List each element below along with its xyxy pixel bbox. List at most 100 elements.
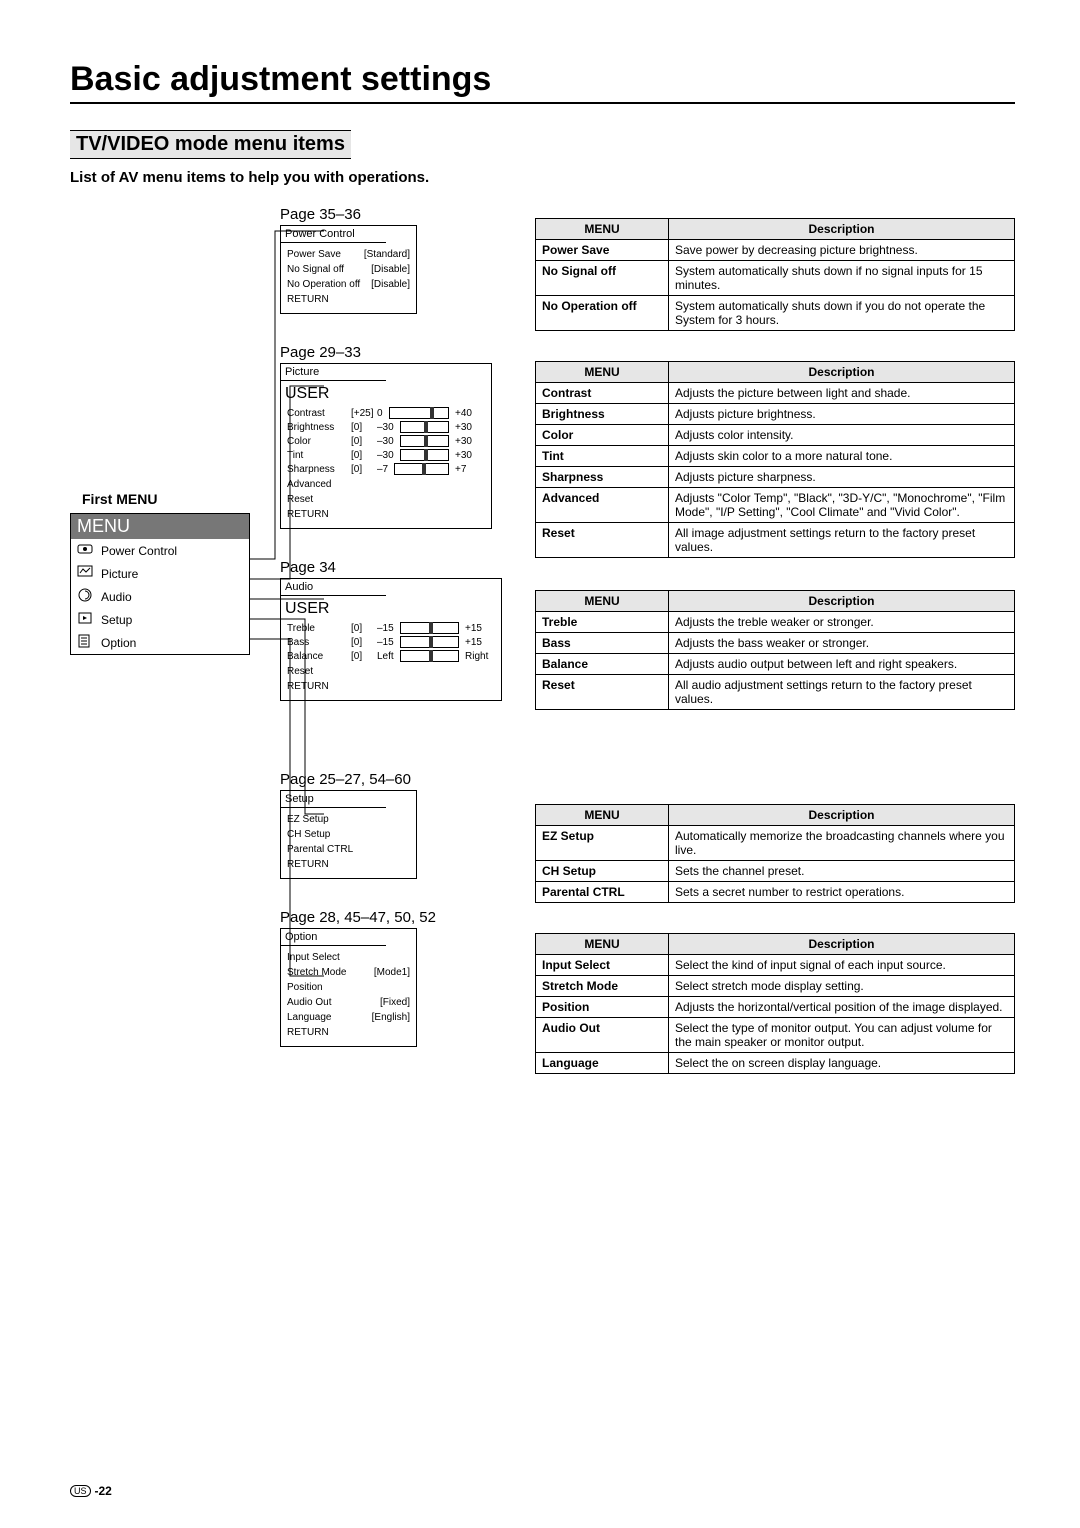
slider-high: +15 (465, 623, 495, 634)
slider-track (400, 421, 449, 433)
page-ref-power: Page 35–36 (280, 206, 505, 223)
menu-item-label: Setup (101, 613, 132, 627)
osd-setup: Setup EZ SetupCH SetupParental CTRLRETUR… (280, 790, 417, 879)
table-option: MENUDescription Input SelectSelect the k… (535, 933, 1015, 1074)
slider-bracket: [0] (351, 436, 373, 447)
menu-item-label: Power Control (101, 544, 177, 558)
slider-bracket: [0] (351, 464, 373, 475)
cell-desc: Adjusts the horizontal/vertical position… (669, 997, 1015, 1018)
osd-picture-user: USER (285, 385, 485, 403)
table-row: No Operation offSystem automatically shu… (536, 296, 1015, 331)
cell-menu: Color (536, 425, 669, 446)
cell-menu: EZ Setup (536, 826, 669, 861)
osd-row-value: [Mode1] (374, 967, 410, 978)
table-row: Audio OutSelect the type of monitor outp… (536, 1018, 1015, 1053)
page-title: Basic adjustment settings (70, 60, 1015, 104)
menu-item-power-control: Power Control (71, 539, 249, 562)
osd-power-title: Power Control (281, 226, 386, 243)
cell-desc: Adjusts skin color to a more natural ton… (669, 446, 1015, 467)
table-row: SharpnessAdjusts picture sharpness. (536, 467, 1015, 488)
slider-low: –15 (377, 623, 394, 634)
cell-menu: Audio Out (536, 1018, 669, 1053)
table-row: EZ SetupAutomatically memorize the broad… (536, 826, 1015, 861)
osd-setup-title: Setup (281, 791, 386, 808)
page-ref-option: Page 28, 45–47, 50, 52 (280, 909, 505, 926)
slider-label: Tint (287, 450, 347, 461)
osd-option-title: Option (281, 929, 386, 946)
osd-row-value: [English] (372, 1012, 410, 1023)
osd-row-label: Language (287, 1012, 372, 1023)
cell-menu: Reset (536, 675, 669, 710)
section-subtitle: TV/VIDEO mode menu items (70, 130, 351, 159)
cell-menu: Parental CTRL (536, 882, 669, 903)
osd-row-value: [Disable] (371, 264, 410, 275)
footer-page: -22 (95, 1484, 112, 1498)
first-menu-box: MENU Power ControlPictureAudioSetupOptio… (70, 513, 250, 655)
table-row: LanguageSelect the on screen display lan… (536, 1053, 1015, 1074)
osd-setup-item: EZ Setup (287, 814, 410, 825)
slider-low: –15 (377, 637, 394, 648)
slider-high: +30 (455, 422, 485, 433)
table-row: BrightnessAdjusts picture brightness. (536, 404, 1015, 425)
osd-return: RETURN (287, 294, 410, 305)
cell-desc: Adjusts the treble weaker or stronger. (669, 612, 1015, 633)
slider-track (400, 622, 459, 634)
table-row: Stretch ModeSelect stretch mode display … (536, 976, 1015, 997)
slider-low: –30 (377, 422, 394, 433)
page-ref-setup: Page 25–27, 54–60 (280, 771, 505, 788)
menu-icon (77, 565, 93, 582)
slider-bracket: [0] (351, 637, 373, 648)
cell-desc: Adjusts color intensity. (669, 425, 1015, 446)
cell-menu: Reset (536, 523, 669, 558)
osd-extra-item: Advanced (287, 479, 485, 490)
page-ref-picture: Page 29–33 (280, 344, 505, 361)
cell-desc: Adjusts "Color Temp", "Black", "3D-Y/C",… (669, 488, 1015, 523)
menu-icon (77, 611, 93, 628)
table-row: ContrastAdjusts the picture between ligh… (536, 383, 1015, 404)
page-ref-audio: Page 34 (280, 559, 505, 576)
cell-menu: Treble (536, 612, 669, 633)
table-audio: MENUDescription TrebleAdjusts the treble… (535, 590, 1015, 710)
slider-low: Left (377, 651, 394, 662)
cell-menu: Sharpness (536, 467, 669, 488)
table-row: AdvancedAdjusts "Color Temp", "Black", "… (536, 488, 1015, 523)
menu-icon (77, 634, 93, 651)
cell-menu: Advanced (536, 488, 669, 523)
slider-track (400, 636, 459, 648)
cell-desc: Adjusts picture sharpness. (669, 467, 1015, 488)
slider-high: +30 (455, 436, 485, 447)
slider-low: 0 (377, 408, 383, 419)
slider-label: Brightness (287, 422, 347, 433)
cell-menu: Position (536, 997, 669, 1018)
slider-label: Treble (287, 623, 347, 634)
osd-audio-title: Audio (281, 579, 386, 596)
table-row: CH SetupSets the channel preset. (536, 861, 1015, 882)
menu-item-audio: Audio (71, 585, 249, 608)
cell-desc: Adjusts the picture between light and sh… (669, 383, 1015, 404)
table-picture: MENUDescription ContrastAdjusts the pict… (535, 361, 1015, 558)
slider-high: +40 (455, 408, 485, 419)
slider-high: +15 (465, 637, 495, 648)
cell-menu: Balance (536, 654, 669, 675)
cell-menu: Contrast (536, 383, 669, 404)
slider-label: Sharpness (287, 464, 347, 475)
osd-row-label: No Signal off (287, 264, 371, 275)
table-row: PositionAdjusts the horizontal/vertical … (536, 997, 1015, 1018)
cell-menu: Brightness (536, 404, 669, 425)
osd-row-label: Power Save (287, 249, 364, 260)
slider-label: Contrast (287, 408, 347, 419)
cell-desc: Adjusts the bass weaker or stronger. (669, 633, 1015, 654)
cell-desc: Select stretch mode display setting. (669, 976, 1015, 997)
osd-row-label: No Operation off (287, 279, 371, 290)
slider-high: +7 (455, 464, 485, 475)
table-row: No Signal offSystem automatically shuts … (536, 261, 1015, 296)
table-row: BassAdjusts the bass weaker or stronger. (536, 633, 1015, 654)
cell-desc: Select the on screen display language. (669, 1053, 1015, 1074)
osd-return: RETURN (287, 1027, 410, 1038)
slider-track (400, 435, 449, 447)
table-row: BalanceAdjusts audio output between left… (536, 654, 1015, 675)
slider-bracket: [0] (351, 651, 373, 662)
menu-item-label: Option (101, 636, 136, 650)
menu-icon (77, 542, 93, 559)
cell-menu: CH Setup (536, 861, 669, 882)
